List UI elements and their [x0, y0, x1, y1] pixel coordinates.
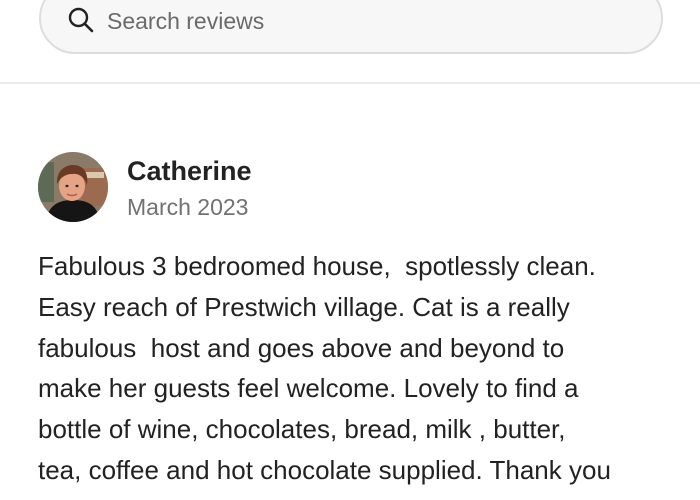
reviews-page: Catherine March 2023 Fabulous 3 bedroome… — [0, 0, 700, 500]
search-input[interactable] — [107, 4, 627, 38]
reviewer-photo — [38, 152, 108, 222]
review-text-line: make her guests feel welcome. Lovely to … — [38, 373, 579, 404]
review-text-line: fabulous host and goes above and beyond … — [38, 332, 565, 363]
review-text-line: bottle of wine, chocolates, bread, milk … — [38, 414, 566, 445]
review-text: Fabulous 3 bedroomed house, spotlessly c… — [38, 246, 678, 491]
review-date: March 2023 — [127, 194, 249, 220]
reviewer-name: Catherine — [127, 156, 252, 186]
review-text-line: Easy reach of Prestwich village. Cat is … — [38, 291, 570, 322]
search-icon — [68, 7, 94, 33]
review-text-line: tea, coffee and hot chocolate supplied. … — [38, 454, 611, 485]
search-bar-container — [0, 0, 700, 84]
avatar[interactable] — [38, 152, 108, 222]
review-text-line: Fabulous 3 bedroomed house, spotlessly c… — [38, 251, 596, 281]
search-box[interactable] — [39, 0, 663, 54]
